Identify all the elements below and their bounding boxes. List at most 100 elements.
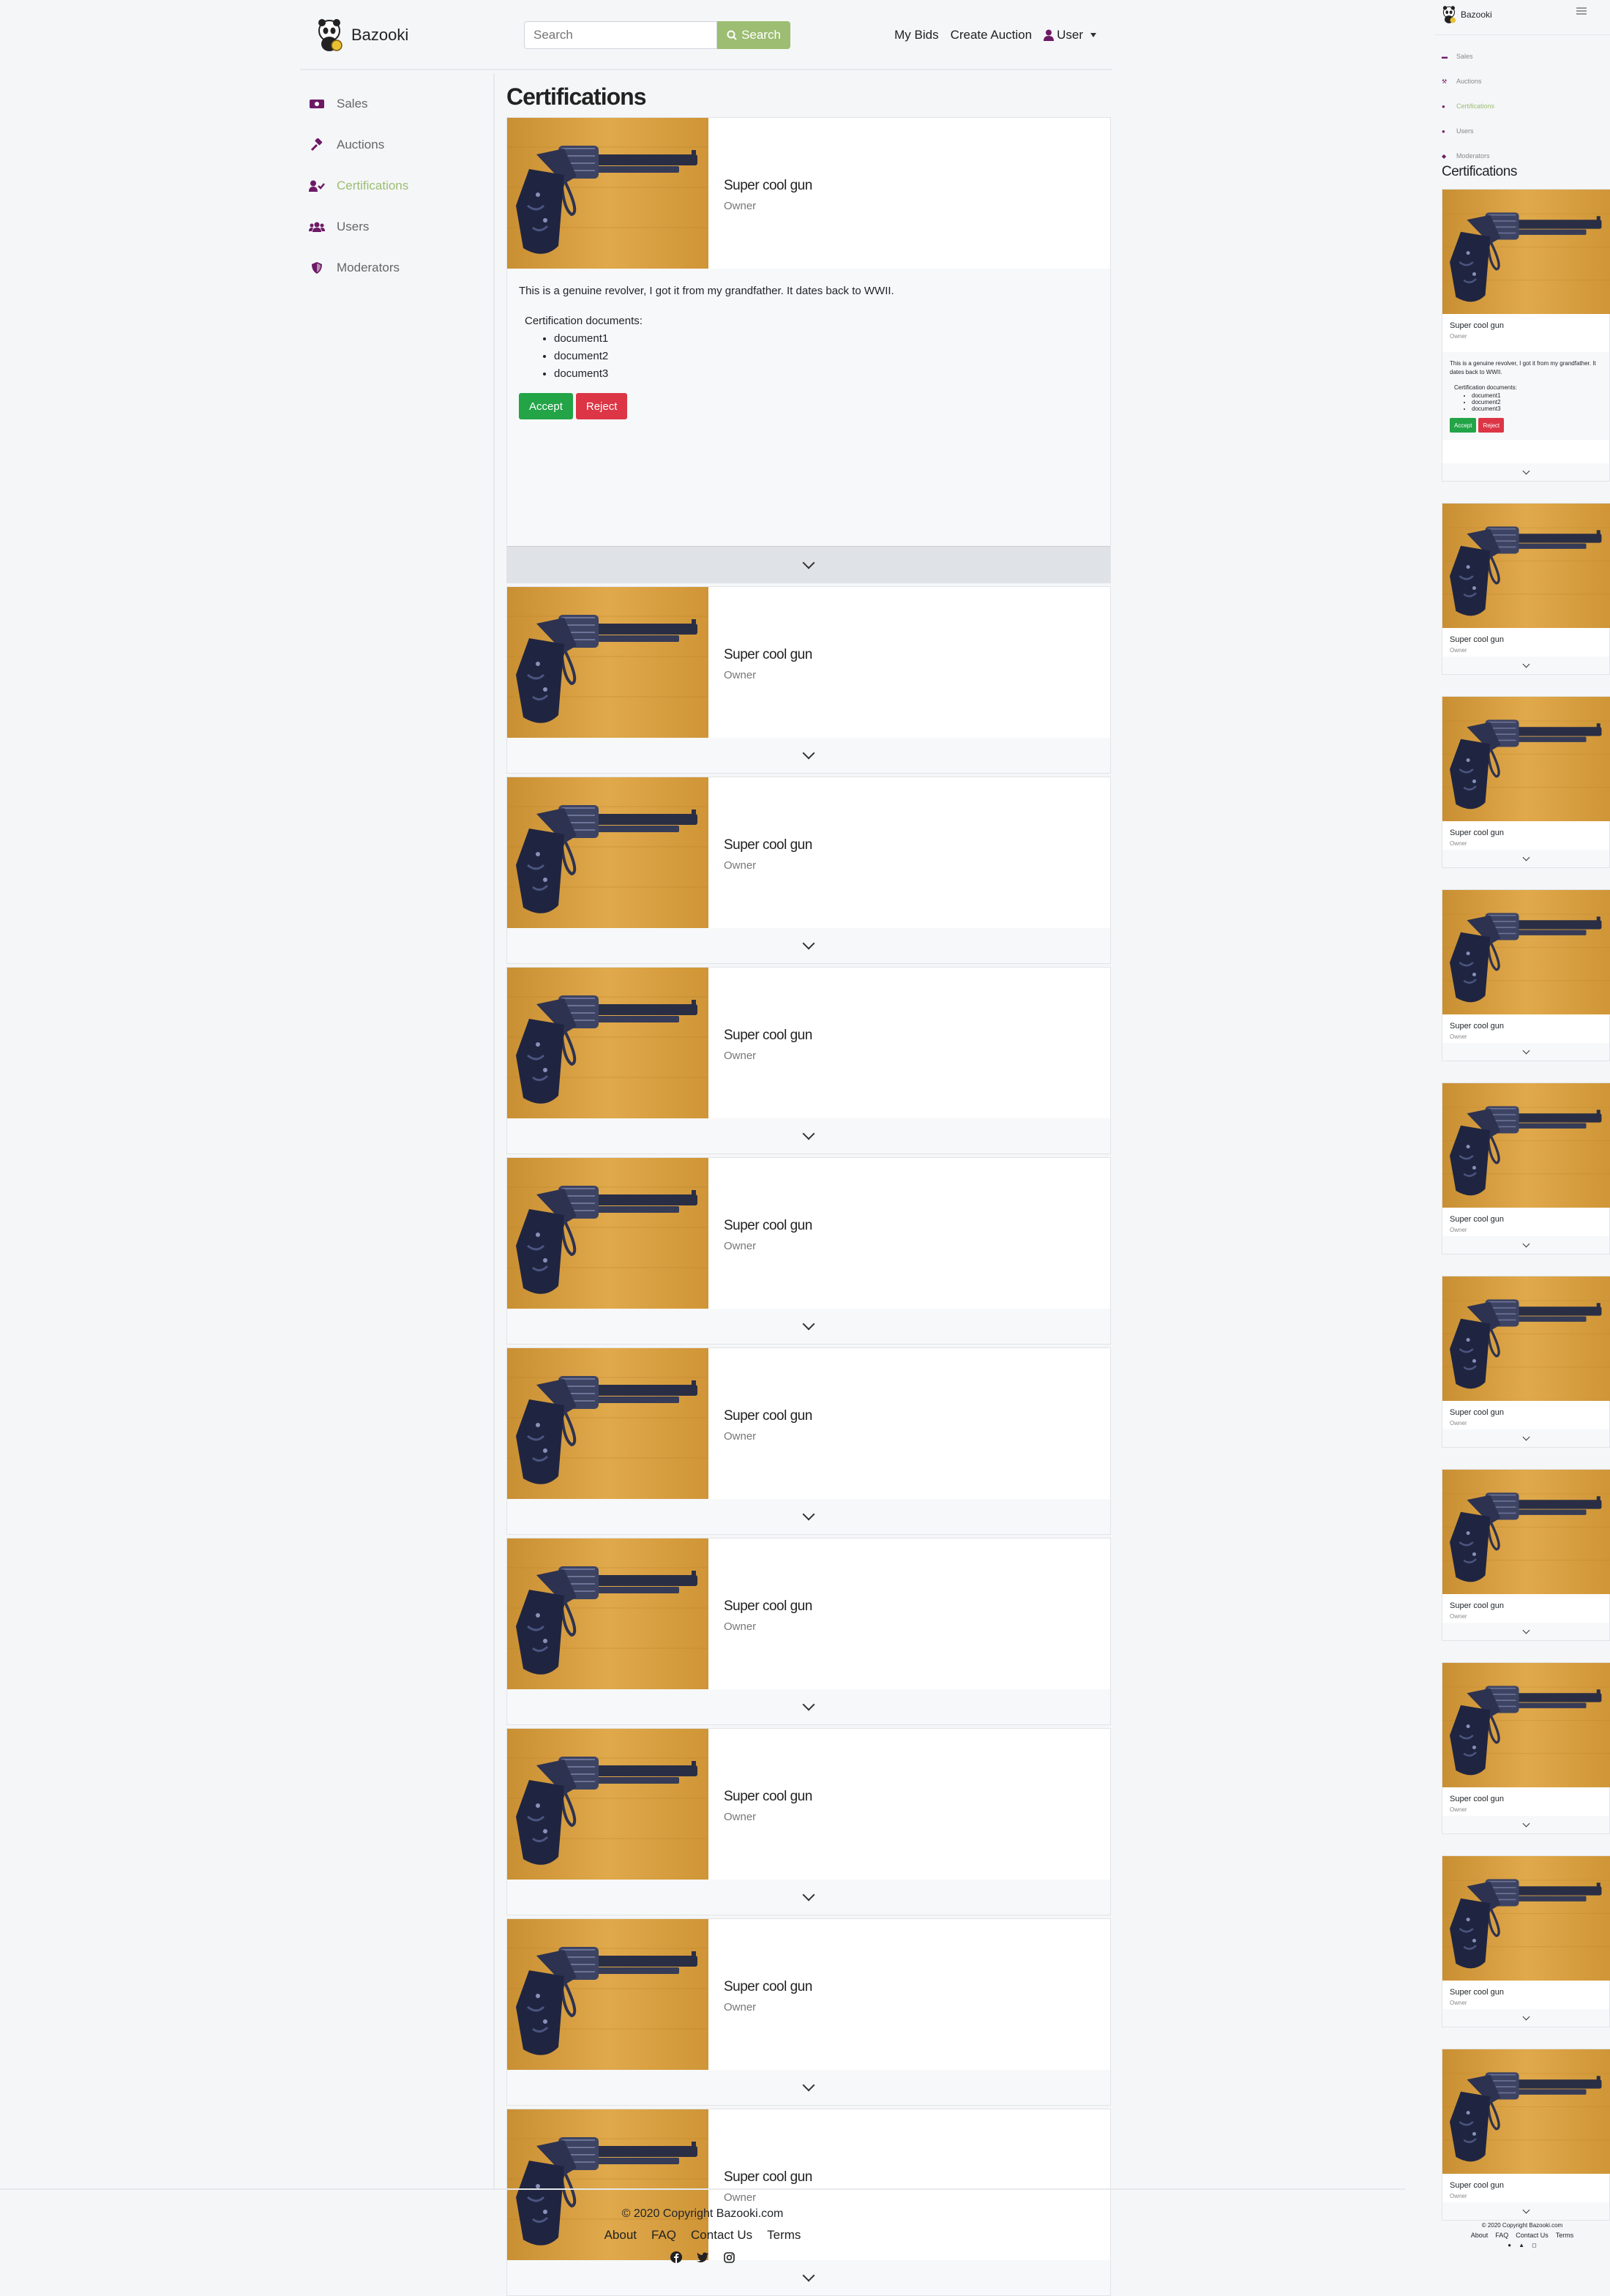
expand-toggle[interactable] [507,738,1110,773]
expand-toggle[interactable] [1442,657,1609,674]
card-thumbnail[interactable] [1442,190,1610,314]
revolver-image [1442,1856,1610,1981]
expand-toggle[interactable] [1442,1816,1609,1833]
sidebar-item-certifications[interactable]: ● Certifications [1442,94,1494,119]
document-link[interactable]: document2 [554,348,1098,365]
reject-button[interactable]: Reject [1478,418,1505,433]
expand-toggle[interactable] [507,1499,1110,1534]
card-thumbnail[interactable] [507,118,708,269]
social-icons [0,2251,1405,2263]
card-thumbnail[interactable] [507,1348,708,1499]
expand-toggle[interactable] [1442,1429,1609,1447]
document-link[interactable]: document3 [1472,405,1602,412]
reject-button[interactable]: Reject [575,393,628,419]
search-button[interactable]: Search [717,21,790,49]
card-thumbnail[interactable] [1442,1470,1610,1594]
expand-toggle[interactable] [1442,850,1609,867]
chevron-down-icon [802,1698,815,1711]
expand-toggle[interactable] [1442,463,1609,481]
card-thumbnail[interactable] [1442,504,1610,628]
card-title: Super cool gun [724,1979,812,1994]
footer-link-faq[interactable]: FAQ [1495,2232,1508,2239]
card-thumbnail[interactable] [1442,1856,1610,1981]
footer-link-terms[interactable]: Terms [1556,2232,1574,2239]
sidebar-item-sales[interactable]: Sales [300,89,368,119]
my-bids-link[interactable]: My Bids [894,28,938,42]
card-thumbnail[interactable] [507,968,708,1118]
footer-link-faq[interactable]: FAQ [651,2228,676,2243]
expand-toggle[interactable] [507,2070,1110,2105]
card-thumbnail[interactable] [1442,2049,1610,2174]
document-link[interactable]: document2 [1472,399,1602,405]
card-thumbnail[interactable] [507,777,708,928]
card-thumbnail[interactable] [1442,1663,1610,1787]
chevron-down-icon [802,1888,815,1902]
expand-toggle[interactable] [1442,1236,1609,1254]
expand-toggle[interactable] [507,1880,1110,1915]
accept-button[interactable]: Accept [1450,418,1477,433]
card-thumbnail[interactable] [1442,697,1610,821]
sidebar-item-moderators[interactable]: Moderators [300,253,400,283]
sidebar-item-auctions[interactable]: Auctions [300,130,384,160]
expand-toggle[interactable] [507,1309,1110,1344]
footer-link-about[interactable]: About [604,2228,637,2243]
expand-toggle[interactable] [1442,1623,1609,1640]
certification-card: Super cool gun Owner [1442,503,1610,675]
expand-toggle[interactable] [507,1689,1110,1724]
sidebar-item-users[interactable]: ● Users [1442,119,1494,143]
card-thumbnail[interactable] [1442,890,1610,1014]
revolver-image [507,1919,708,2070]
expand-toggle[interactable] [1442,2009,1609,2027]
document-link[interactable]: document1 [554,330,1098,348]
certification-card: Super cool gun Owner [1442,2049,1610,2221]
document-link[interactable]: document3 [554,365,1098,383]
sidebar-item-auctions[interactable]: ⚒ Auctions [1442,69,1494,94]
card-title: Super cool gun [1450,1988,1504,1997]
card-thumbnail[interactable] [507,587,708,738]
footer-link-contact[interactable]: Contact Us [691,2228,752,2243]
footer-link-terms[interactable]: Terms [767,2228,801,2243]
expand-toggle[interactable] [507,546,1110,583]
facebook-icon[interactable]: ● [1508,2242,1511,2248]
twitter-icon[interactable] [697,2251,708,2263]
expand-toggle[interactable] [1442,1043,1609,1061]
sidebar-item-users[interactable]: Users [300,212,369,242]
expand-toggle[interactable] [507,928,1110,963]
footer: © 2020 Copyright Bazooki.com About FAQ C… [1434,2222,1610,2248]
card-thumbnail[interactable] [507,1919,708,2070]
card-title: Super cool gun [724,837,812,853]
sidebar-item-sales[interactable]: ▬ Sales [1442,44,1494,69]
expand-toggle[interactable] [507,1118,1110,1153]
brand[interactable]: Bazooki [1442,4,1492,25]
user-menu[interactable]: User [1044,28,1096,42]
brand[interactable]: Bazooki [316,16,408,54]
instagram-icon[interactable]: ◻ [1532,2242,1537,2248]
twitter-icon[interactable]: ▲ [1519,2242,1524,2248]
expand-toggle[interactable] [1442,2202,1609,2220]
card-thumbnail[interactable] [507,1158,708,1309]
footer-link-contact[interactable]: Contact Us [1516,2232,1549,2239]
card-thumbnail[interactable] [507,1729,708,1880]
card-owner: Owner [724,1430,757,1443]
create-auction-link[interactable]: Create Auction [951,28,1033,42]
certification-card: Super cool gun Owner [1442,696,1610,868]
sidebar-item-certifications[interactable]: Certifications [300,171,408,201]
revolver-image [1442,504,1610,628]
card-owner: Owner [1450,1033,1467,1040]
revolver-image [507,1729,708,1880]
navbar: Bazooki Search My Bids Create Auction Us… [300,0,1112,70]
footer-link-about[interactable]: About [1471,2232,1489,2239]
gavel-icon [309,137,325,153]
facebook-icon[interactable] [670,2251,682,2263]
search-input[interactable] [524,21,717,49]
hamburger-menu-icon[interactable] [1576,7,1587,15]
card-thumbnail[interactable] [1442,1276,1610,1401]
card-thumbnail[interactable] [507,1538,708,1689]
document-link[interactable]: document1 [1472,392,1602,399]
instagram-icon[interactable] [723,2251,735,2263]
accept-button[interactable]: Accept [519,393,573,419]
card-thumbnail[interactable] [1442,1083,1610,1208]
page-title: Certifications [1442,164,1517,179]
chevron-down-icon [802,2079,815,2092]
card-owner: Owner [724,1620,757,1633]
